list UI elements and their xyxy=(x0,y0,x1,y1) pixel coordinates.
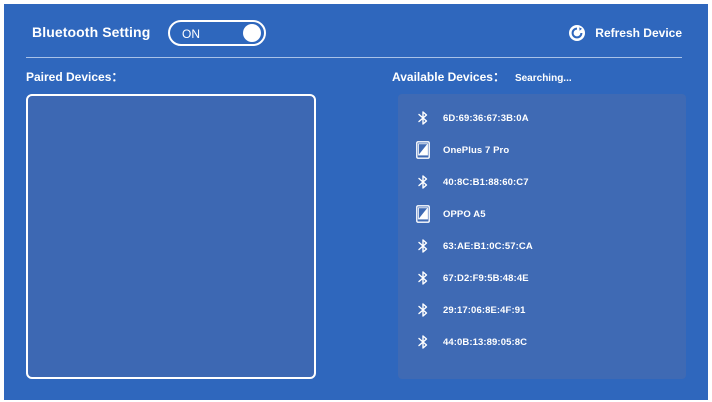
phone-icon xyxy=(414,141,432,159)
device-list-item[interactable]: 67:D2:F9:5B:48:4E xyxy=(398,262,686,294)
search-status: Searching... xyxy=(514,73,572,84)
available-devices-label: Available Devices： Searching... xyxy=(392,68,572,85)
refresh-device-label: Refresh Device xyxy=(595,26,682,40)
device-list-item[interactable]: 40:8C:B1:88:60:C7 xyxy=(398,166,686,198)
bluetooth-toggle[interactable]: ON xyxy=(168,20,266,46)
device-list-item[interactable]: 44:0B:13:89:05:8C xyxy=(398,326,686,358)
toggle-knob xyxy=(243,24,261,42)
device-list-item[interactable]: 6D:69:36:67:3B:0A xyxy=(398,102,686,134)
phone-icon xyxy=(414,205,432,223)
paired-devices-panel xyxy=(26,94,316,379)
device-name: 63:AE:B1:0C:57:CA xyxy=(443,240,533,252)
device-name: 44:0B:13:89:05:8C xyxy=(443,336,528,348)
device-name: OPPO A5 xyxy=(443,208,486,220)
toggle-label: ON xyxy=(182,27,200,41)
bluetooth-icon xyxy=(414,269,432,287)
device-list-item[interactable]: OnePlus 7 Pro xyxy=(398,134,686,166)
page-title: Bluetooth Setting xyxy=(32,24,151,40)
available-devices-title: Available Devices： xyxy=(392,70,505,84)
device-list-item[interactable]: 29:17:06:8E:4F:91 xyxy=(398,294,686,326)
refresh-icon xyxy=(569,25,586,41)
bluetooth-icon xyxy=(414,109,432,127)
bluetooth-settings-screen: Bluetooth Setting ON Refresh Device Pair… xyxy=(4,4,708,400)
bluetooth-icon xyxy=(414,173,432,191)
device-name: 67:D2:F9:5B:48:4E xyxy=(443,272,529,284)
bluetooth-icon xyxy=(414,237,432,255)
bluetooth-icon xyxy=(414,333,432,351)
available-devices-panel: 6D:69:36:67:3B:0A OnePlus 7 Pro 40:8C:B1… xyxy=(398,94,686,379)
device-list-item[interactable]: 63:AE:B1:0C:57:CA xyxy=(398,230,686,262)
bluetooth-icon xyxy=(414,301,432,319)
device-name: OnePlus 7 Pro xyxy=(443,144,510,156)
device-name: 40:8C:B1:88:60:C7 xyxy=(443,176,529,188)
device-name: 6D:69:36:67:3B:0A xyxy=(443,112,529,124)
available-device-list: 6D:69:36:67:3B:0A OnePlus 7 Pro 40:8C:B1… xyxy=(398,102,686,358)
device-list-item[interactable]: OPPO A5 xyxy=(398,198,686,230)
refresh-device-button[interactable]: Refresh Device xyxy=(569,23,682,43)
device-name: 29:17:06:8E:4F:91 xyxy=(443,304,526,316)
header-divider xyxy=(26,57,682,58)
paired-devices-label: Paired Devices： xyxy=(26,70,124,84)
